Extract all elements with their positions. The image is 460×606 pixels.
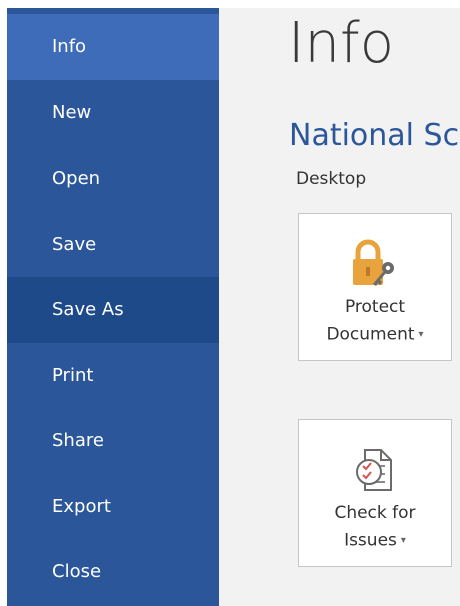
check-for-issues-button[interactable]: Check for Issues ▾ bbox=[298, 419, 452, 567]
nav-item-new[interactable]: New bbox=[7, 80, 219, 146]
check-for-issues-line2-text: Issues bbox=[344, 530, 397, 551]
nav-item-save[interactable]: Save bbox=[7, 212, 219, 278]
nav-item-info[interactable]: Info bbox=[7, 14, 219, 80]
chevron-down-icon: ▾ bbox=[418, 329, 424, 340]
document-location: Desktop bbox=[296, 169, 367, 189]
document-title: National Sc bbox=[289, 118, 460, 153]
page-title: Info bbox=[288, 11, 394, 76]
nav-item-export[interactable]: Export bbox=[7, 474, 219, 540]
padlock-key-icon bbox=[353, 239, 394, 286]
protect-document-line2-text: Document bbox=[326, 324, 415, 345]
nav-item-close[interactable]: Close bbox=[7, 539, 219, 605]
protect-document-button[interactable]: Protect Document ▾ bbox=[298, 213, 452, 361]
info-pane: Info National Sc Desktop Protect Documen… bbox=[219, 8, 460, 606]
word-backstage: Info New Open Save Save As Print Share E… bbox=[0, 0, 460, 606]
check-for-issues-line2: Issues ▾ bbox=[299, 527, 451, 555]
checklist-inspect-icon bbox=[356, 449, 392, 491]
chevron-down-icon: ▾ bbox=[400, 535, 406, 546]
nav-item-share[interactable]: Share bbox=[7, 408, 219, 474]
check-for-issues-label: Check for Issues ▾ bbox=[299, 500, 451, 555]
protect-document-line2: Document ▾ bbox=[299, 321, 451, 349]
backstage-nav: Info New Open Save Save As Print Share E… bbox=[7, 8, 219, 606]
protect-document-label: Protect Document ▾ bbox=[299, 294, 451, 349]
nav-item-open[interactable]: Open bbox=[7, 146, 219, 212]
nav-item-print[interactable]: Print bbox=[7, 343, 219, 409]
protect-document-line1: Protect bbox=[344, 297, 406, 317]
check-for-issues-line1: Check for bbox=[334, 503, 416, 523]
nav-item-save-as[interactable]: Save As bbox=[7, 277, 219, 343]
